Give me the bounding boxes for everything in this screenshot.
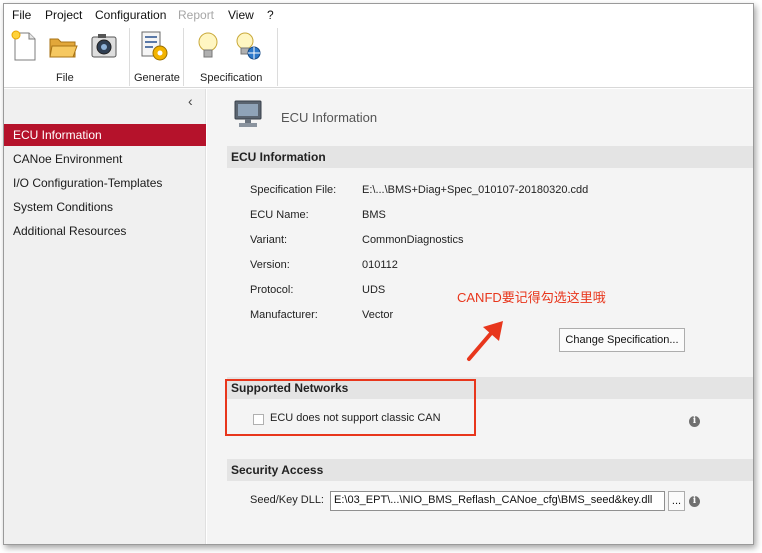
seed-key-dll-input[interactable]: E:\03_EPT\...\NIO_BMS_Reflash_CANoe_cfg\… — [330, 491, 665, 511]
menu-bar: File Project Configuration Report View ? — [4, 4, 753, 26]
specification-bulb-button[interactable] — [193, 29, 223, 63]
sidebar-item-io-configuration[interactable]: I/O Configuration-Templates — [4, 172, 206, 194]
section-security-access-heading: Security Access — [227, 459, 753, 481]
protocol-label: Protocol: — [250, 284, 294, 296]
sidebar-item-additional-resources[interactable]: Additional Resources — [4, 220, 206, 242]
open-folder-icon — [49, 38, 78, 58]
ecu-name-label: ECU Name: — [250, 209, 309, 221]
save-project-button[interactable] — [89, 29, 119, 63]
lightbulb-icon — [198, 32, 218, 58]
change-specification-button[interactable]: Change Specification... — [559, 328, 685, 352]
variant-label: Variant: — [250, 234, 288, 246]
computer-monitor-icon — [234, 100, 262, 127]
ecu-name-value: BMS — [362, 209, 386, 221]
protocol-value: UDS — [362, 284, 386, 296]
manufacturer-label: Manufacturer: — [250, 309, 318, 321]
annotation-arrow-icon — [467, 321, 503, 361]
ribbon-toolbar: File Generate Specification — [4, 26, 753, 88]
specification-web-button[interactable] — [232, 29, 262, 63]
menu-configuration[interactable]: Configuration — [95, 8, 166, 22]
menu-help[interactable]: ? — [267, 8, 274, 22]
ribbon-group-file-label: File — [56, 72, 74, 84]
ribbon-separator — [277, 28, 278, 86]
ribbon-group-generate-label: Generate — [134, 72, 180, 84]
menu-report[interactable]: Report — [178, 8, 214, 22]
menu-view[interactable]: View — [228, 8, 254, 22]
open-project-button[interactable] — [48, 29, 78, 63]
networks-info-icon[interactable]: i — [689, 416, 700, 427]
lightbulb-globe-icon — [236, 32, 261, 60]
app-window: File Project Configuration Report View ? — [3, 3, 754, 545]
menu-project[interactable]: Project — [45, 8, 82, 22]
new-file-button[interactable] — [10, 29, 40, 63]
manufacturer-value: Vector — [362, 309, 394, 321]
version-value: 010112 — [362, 259, 398, 271]
sidebar-item-canoe-environment[interactable]: CANoe Environment — [4, 148, 206, 170]
variant-value: CommonDiagnostics — [362, 234, 464, 246]
spec-file-value: E:\...\BMS+Diag+Spec_010107-20180320.cdd — [362, 184, 589, 196]
seed-key-dll-label: Seed/Key DLL: — [250, 494, 324, 506]
section-ecu-information-heading: ECU Information — [227, 146, 753, 168]
sidebar-item-ecu-information[interactable]: ECU Information — [4, 124, 206, 146]
generate-gear-icon — [141, 31, 168, 61]
ribbon-separator — [183, 28, 184, 86]
version-label: Version: — [250, 259, 290, 271]
security-info-icon[interactable]: i — [689, 496, 700, 507]
menu-file[interactable]: File — [12, 8, 31, 22]
annotation-highlight-box — [225, 379, 476, 436]
sidebar-item-system-conditions[interactable]: System Conditions — [4, 196, 206, 218]
annotation-text: CANFD要记得勾选这里哦 — [457, 290, 606, 305]
camera-settings-icon — [91, 34, 117, 58]
sidebar-nav: ‹ ECU Information CANoe Environment I/O … — [4, 89, 206, 544]
spec-file-label: Specification File: — [250, 184, 337, 196]
main-panel: ECU Information ECU Information Specific… — [207, 89, 753, 544]
seed-key-browse-button[interactable]: ... — [668, 491, 685, 511]
page-title: ECU Information — [281, 110, 378, 125]
ribbon-separator — [129, 28, 130, 86]
generate-button[interactable] — [139, 29, 169, 63]
new-document-icon — [11, 30, 36, 61]
collapse-chevron-icon[interactable]: ‹ — [188, 93, 193, 109]
ribbon-group-specification-label: Specification — [200, 72, 263, 84]
